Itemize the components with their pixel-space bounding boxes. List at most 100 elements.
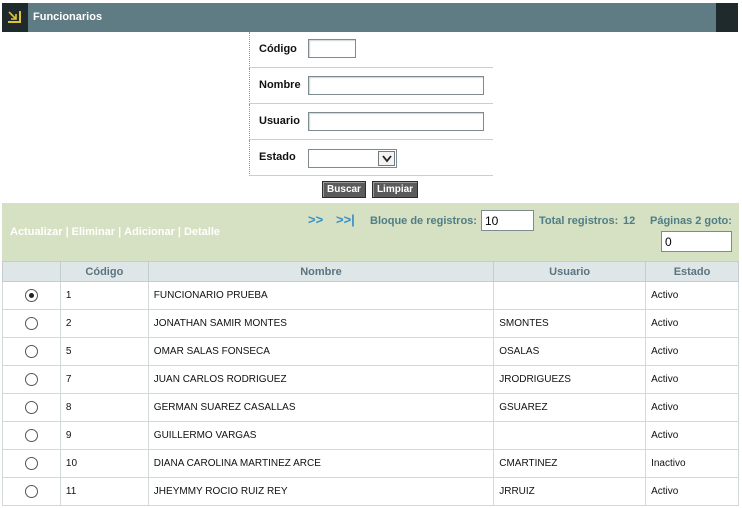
cell-estado: Activo	[645, 337, 739, 366]
cell-usuario: CMARTINEZ	[493, 449, 647, 478]
actualizar-link[interactable]: Actualizar	[10, 226, 63, 238]
cell-nombre: JHEYMMY ROCIO RUIZ REY	[147, 477, 495, 506]
row-radio[interactable]	[24, 373, 38, 386]
cell-nombre: FUNCIONARIO PRUEBA	[147, 281, 495, 310]
nombre-input[interactable]	[308, 76, 484, 95]
cell-codigo: 9	[59, 421, 149, 450]
bloque-input[interactable]	[481, 210, 534, 231]
usuario-row: Usuario	[249, 104, 493, 140]
goto-input[interactable]	[661, 231, 732, 252]
action-links: Actualizar | Eliminar | Adicionar | Detalle	[10, 226, 220, 238]
cell-nombre: GERMAN SUAREZ CASALLAS	[147, 393, 495, 422]
header-nombre[interactable]: Nombre	[147, 261, 495, 282]
nombre-label: Nombre	[259, 79, 301, 91]
separator: |	[65, 226, 69, 238]
cell-estado: Activo	[645, 477, 739, 506]
codigo-input[interactable]	[308, 39, 356, 58]
last-page-link[interactable]: >>|	[336, 212, 355, 227]
title-bar-cap	[716, 3, 738, 32]
table-row[interactable]: 10 DIANA CAROLINA MARTINEZ ARCE CMARTINEZ I…	[2, 449, 739, 478]
chevron-down-icon	[382, 155, 392, 163]
title-bar: Funcionarios	[2, 3, 738, 32]
row-radio[interactable]	[24, 401, 38, 414]
cell-usuario: SMONTES	[493, 309, 647, 338]
table-row[interactable]: 2 JONATHAN SAMIR MONTES SMONTES Activo	[2, 309, 739, 338]
table-row[interactable]: 8 GERMAN SUAREZ CASALLAS GSUAREZ Activo	[2, 393, 739, 422]
cell-nombre: JUAN CARLOS RODRIGUEZ	[147, 365, 495, 394]
table-row[interactable]: 7 JUAN CARLOS RODRIGUEZ JRODRIGUEZS Activo	[2, 365, 739, 394]
row-select-cell	[2, 365, 61, 394]
total-value: 12	[623, 215, 636, 227]
row-radio[interactable]	[24, 289, 38, 302]
estado-select[interactable]	[308, 149, 397, 168]
row-radio[interactable]	[24, 485, 38, 498]
header-codigo[interactable]: Código	[59, 261, 149, 282]
cell-codigo: 11	[59, 477, 149, 506]
cell-codigo: 2	[59, 309, 149, 338]
header-estado[interactable]: Estado	[645, 261, 739, 282]
row-select-cell	[2, 477, 61, 506]
cell-usuario: OSALAS	[493, 337, 647, 366]
nombre-row: Nombre	[249, 68, 493, 104]
header-select	[2, 261, 61, 282]
row-select-cell	[2, 309, 61, 338]
cell-codigo: 8	[59, 393, 149, 422]
codigo-label: Código	[259, 43, 297, 55]
cell-nombre: JONATHAN SAMIR MONTES	[147, 309, 495, 338]
cell-estado: Activo	[645, 393, 739, 422]
title-icon-box	[2, 3, 28, 32]
cell-estado: Activo	[645, 281, 739, 310]
row-radio[interactable]	[24, 317, 38, 330]
cell-usuario: JRODRIGUEZS	[493, 365, 647, 394]
row-radio[interactable]	[24, 457, 38, 470]
table-row[interactable]: 1 FUNCIONARIO PRUEBA Activo	[2, 281, 739, 310]
cell-estado: Activo	[645, 365, 739, 394]
separator: |	[118, 226, 122, 238]
row-select-cell	[2, 393, 61, 422]
cell-estado: Activo	[645, 309, 739, 338]
buscar-button[interactable]: Buscar	[322, 181, 366, 198]
header-usuario[interactable]: Usuario	[493, 261, 647, 282]
table-row[interactable]: 5 OMAR SALAS FONSECA OSALAS Activo	[2, 337, 739, 366]
cell-codigo: 1	[59, 281, 149, 310]
cell-usuario	[493, 281, 647, 310]
estado-row: Estado	[249, 140, 493, 176]
row-select-cell	[2, 421, 61, 450]
search-form: Código Nombre Usuario Estado	[249, 32, 493, 176]
next-page-link[interactable]: >>	[308, 212, 323, 227]
cell-usuario: JRRUIZ	[493, 477, 647, 506]
usuario-input[interactable]	[308, 112, 484, 131]
toolbar-band: Actualizar | Eliminar | Adicionar | Detalle >>…	[2, 203, 739, 261]
cell-usuario	[493, 421, 647, 450]
row-radio[interactable]	[24, 345, 38, 358]
table-header-row: Código Nombre Usuario Estado	[2, 261, 739, 282]
arrow-down-right-icon	[8, 11, 21, 23]
row-radio[interactable]	[24, 429, 38, 442]
total-label: Total registros:	[539, 215, 619, 227]
cell-codigo: 5	[59, 337, 149, 366]
bloque-label: Bloque de registros:	[370, 215, 477, 227]
codigo-row: Código	[249, 32, 493, 68]
separator: |	[177, 226, 181, 238]
dropdown-arrow[interactable]	[378, 151, 395, 166]
detalle-link[interactable]: Detalle	[184, 226, 220, 238]
cell-codigo: 7	[59, 365, 149, 394]
row-select-cell	[2, 449, 61, 478]
page-title: Funcionarios	[33, 11, 103, 23]
paginas-label: Páginas 2 goto:	[650, 215, 732, 227]
cell-estado: Activo	[645, 421, 739, 450]
eliminar-link[interactable]: Eliminar	[72, 226, 115, 238]
row-select-cell	[2, 337, 61, 366]
limpiar-button[interactable]: Limpiar	[372, 181, 418, 198]
cell-nombre: OMAR SALAS FONSECA	[147, 337, 495, 366]
usuario-label: Usuario	[259, 115, 300, 127]
table-row[interactable]: 11 JHEYMMY ROCIO RUIZ REY JRRUIZ Activo	[2, 477, 739, 506]
adicionar-link[interactable]: Adicionar	[124, 226, 175, 238]
estado-label: Estado	[259, 151, 296, 163]
row-select-cell	[2, 281, 61, 310]
table-row[interactable]: 9 GUILLERMO VARGAS Activo	[2, 421, 739, 450]
cell-estado: Inactivo	[645, 449, 739, 478]
funcionarios-table: Código Nombre Usuario Estado 1 FUNCIONARI…	[2, 261, 739, 506]
cell-nombre: DIANA CAROLINA MARTINEZ ARCE	[147, 449, 495, 478]
table-body: 1 FUNCIONARIO PRUEBA Activo 2 JONATHAN SAMIR…	[2, 281, 739, 506]
